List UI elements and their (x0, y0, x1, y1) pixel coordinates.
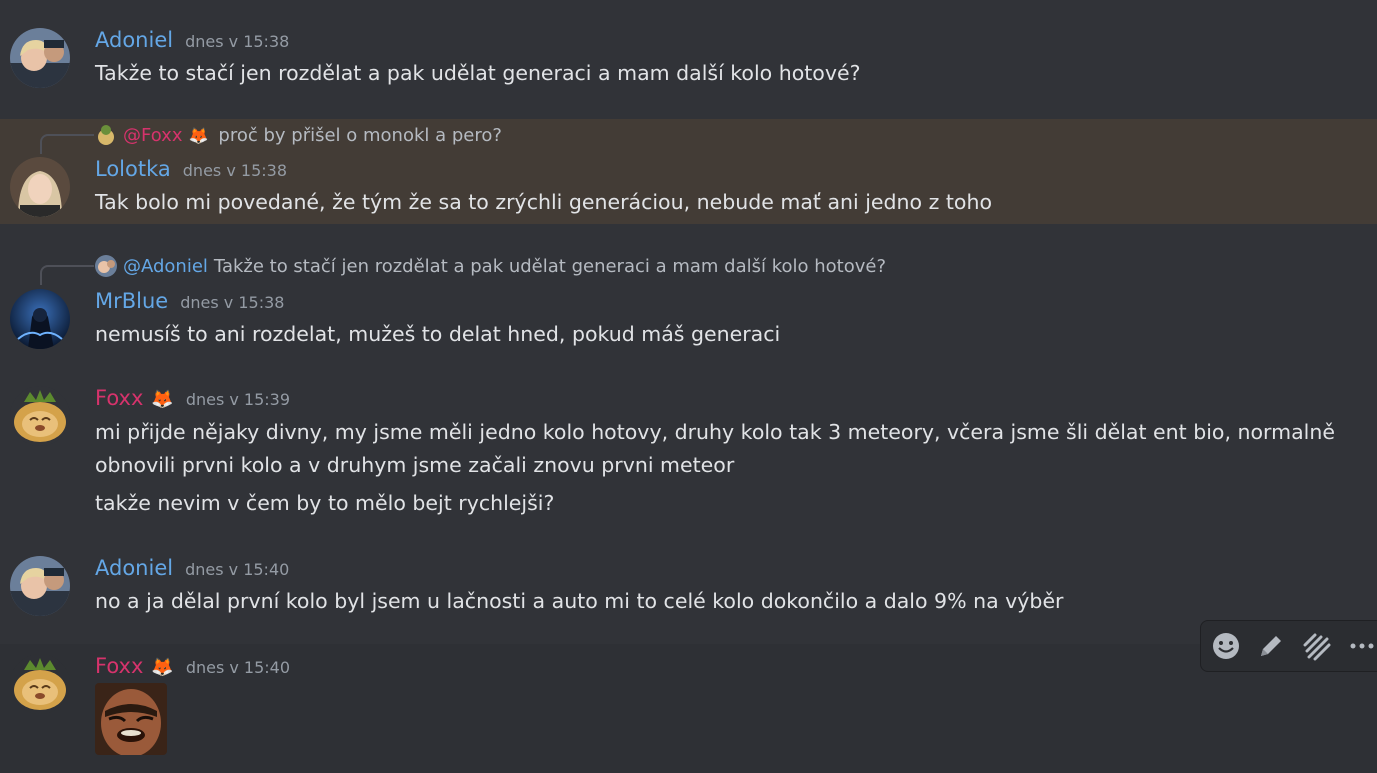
avatar[interactable] (10, 157, 70, 217)
reply-preview[interactable]: @Adoniel Takže to stačí jen rozdělat a p… (95, 255, 886, 277)
message: Foxx 🦊 dnes v 15:40 (0, 644, 1377, 773)
reply-text: proč by přišel o monokl a pero? (218, 124, 502, 146)
reply-preview[interactable]: @Foxx 🦊 proč by přišel o monokl a pero? (95, 124, 502, 146)
message-header: Adoniel dnes v 15:40 (95, 556, 289, 580)
fox-badge-icon: 🦊 (188, 125, 209, 145)
message-header: Adoniel dnes v 15:38 (95, 28, 289, 52)
timestamp[interactable]: dnes v 15:38 (180, 293, 284, 312)
message-text: Takže to stačí jen rozdělat a pak udělat… (95, 61, 861, 85)
more-button[interactable] (1347, 630, 1377, 662)
username[interactable]: Adoniel (95, 28, 173, 52)
message-action-toolbar (1200, 620, 1377, 672)
username[interactable]: Adoniel (95, 556, 173, 580)
message-header: Foxx 🦊 dnes v 15:40 (95, 654, 290, 678)
reply-spine (40, 265, 94, 285)
reply-thread-button[interactable] (1301, 630, 1331, 662)
message-header: MrBlue dnes v 15:38 (95, 289, 284, 313)
username[interactable]: Lolotka (95, 157, 171, 181)
fox-badge-icon: 🦊 (151, 657, 174, 678)
add-reaction-button[interactable] (1211, 630, 1241, 662)
message-text: nemusíš to ani rozdelat, mužeš to delat … (95, 322, 781, 346)
avatar[interactable] (10, 654, 70, 714)
message-text: obnovili prvni kolo a v druhym jsme zača… (95, 453, 735, 477)
edit-button[interactable] (1257, 630, 1285, 662)
fox-badge-icon: 🦊 (151, 389, 174, 410)
reply-avatar (95, 124, 117, 146)
message: @Foxx 🦊 proč by přišel o monokl a pero? … (0, 119, 1377, 224)
avatar[interactable] (10, 28, 70, 88)
avatar[interactable] (10, 556, 70, 616)
reply-mention[interactable]: @Adoniel (123, 256, 208, 277)
reply-thread-icon (1303, 633, 1331, 661)
message: Foxx 🦊 dnes v 15:39 mi přijde nějaky div… (0, 372, 1377, 532)
message: @Adoniel Takže to stačí jen rozdělat a p… (0, 240, 1377, 365)
timestamp[interactable]: dnes v 15:38 (185, 32, 289, 51)
avatar[interactable] (10, 289, 70, 349)
username[interactable]: Foxx (95, 386, 143, 410)
edit-icon (1261, 636, 1281, 656)
message-text: takže nevim v čem by to mělo bejt rychle… (95, 491, 555, 515)
message-text: no a ja dělal první kolo byl jsem u lačn… (95, 589, 1064, 613)
username[interactable]: Foxx (95, 654, 143, 678)
timestamp[interactable]: dnes v 15:39 (186, 390, 290, 409)
add-reaction-icon (1213, 633, 1239, 659)
timestamp[interactable]: dnes v 15:38 (183, 161, 287, 180)
reply-spine (40, 134, 94, 154)
username[interactable]: MrBlue (95, 289, 168, 313)
reply-avatar (95, 255, 117, 277)
message-header: Lolotka dnes v 15:38 (95, 157, 287, 181)
message: Adoniel dnes v 15:38 Takže to stačí jen … (0, 0, 1377, 118)
message-header: Foxx 🦊 dnes v 15:39 (95, 386, 290, 410)
image-attachment[interactable] (95, 683, 167, 755)
avatar[interactable] (10, 386, 70, 446)
more-icon (1350, 643, 1374, 649)
chat-messages: Adoniel dnes v 15:38 Takže to stačí jen … (0, 0, 1377, 773)
reply-text: Takže to stačí jen rozdělat a pak udělat… (213, 255, 887, 277)
message: Adoniel dnes v 15:40 no a ja dělal první… (0, 540, 1377, 640)
reply-mention[interactable]: @Foxx (123, 125, 182, 146)
timestamp[interactable]: dnes v 15:40 (186, 658, 290, 677)
message-text: Tak bolo mi povedané, že tým že sa to zr… (95, 190, 992, 214)
message-text: mi přijde nějaky divny, my jsme měli jed… (95, 420, 1335, 444)
timestamp[interactable]: dnes v 15:40 (185, 560, 289, 579)
